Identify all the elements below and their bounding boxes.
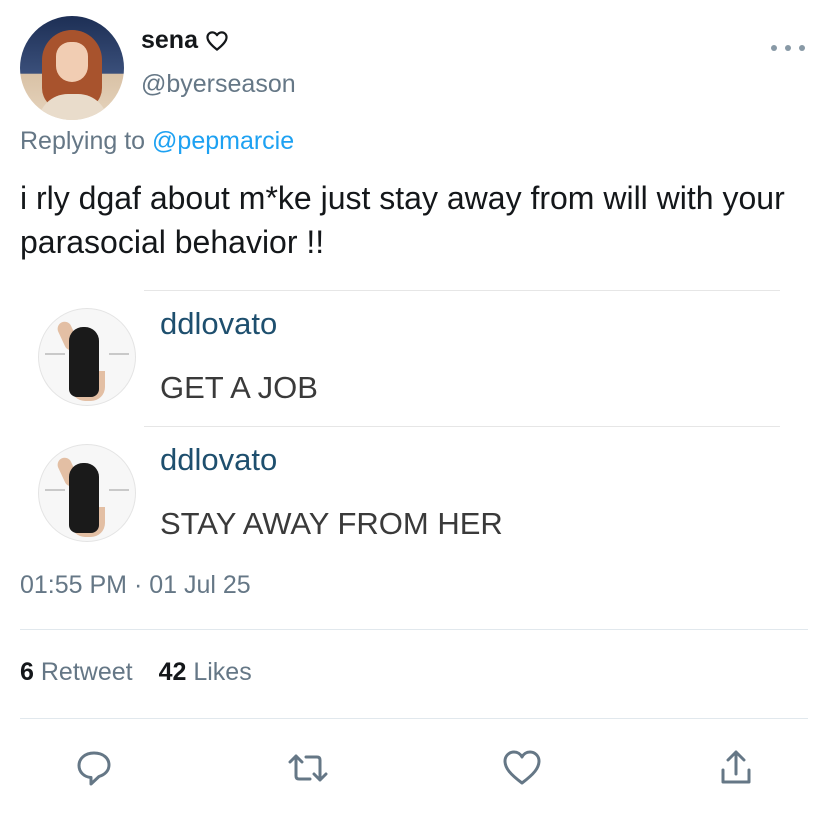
reply-icon bbox=[77, 751, 111, 786]
retweet-button[interactable] bbox=[284, 744, 332, 792]
reply-button[interactable] bbox=[70, 744, 118, 792]
embedded-comment: ddlovato STAY AWAY FROM HER bbox=[20, 418, 810, 548]
author-display-name[interactable]: sena bbox=[141, 26, 228, 55]
likes-label: Likes bbox=[193, 658, 252, 686]
action-bar bbox=[0, 744, 828, 794]
embedded-comment: ddlovato GET A JOB bbox=[20, 282, 810, 412]
embedded-image[interactable]: ddlovato GET A JOB ddlovato STAY AWAY FR… bbox=[20, 282, 810, 560]
more-icon[interactable] bbox=[771, 38, 805, 58]
more-dot bbox=[785, 45, 791, 51]
retweet-count: 6 bbox=[20, 658, 34, 686]
comment-divider bbox=[144, 290, 780, 291]
comment-divider bbox=[144, 426, 780, 427]
author-avatar[interactable] bbox=[20, 16, 124, 120]
comment-message: STAY AWAY FROM HER bbox=[160, 506, 503, 541]
avatar-caption-line bbox=[45, 353, 65, 355]
comment-username: ddlovato bbox=[160, 442, 278, 477]
replying-to: Replying to @pepmarcie bbox=[20, 127, 294, 156]
tweet-timestamp[interactable]: 01:55 PM · 01 Jul 25 bbox=[20, 571, 251, 600]
heart-outline-icon bbox=[206, 30, 228, 51]
divider bbox=[20, 718, 808, 719]
retweet-stat[interactable]: 6 Retweet bbox=[20, 658, 133, 687]
author-name-text[interactable]: sena bbox=[141, 26, 198, 55]
tweet-stats: 6 Retweet 42 Likes bbox=[20, 658, 252, 687]
replying-to-prefix: Replying to bbox=[20, 127, 153, 155]
more-dot bbox=[799, 45, 805, 51]
like-button[interactable] bbox=[498, 744, 546, 792]
tweet-card: sena @byerseason Replying to @pepmarcie … bbox=[0, 0, 828, 814]
tweet-text: i rly dgaf about m*ke just stay away fro… bbox=[20, 180, 785, 260]
avatar-figure bbox=[69, 463, 99, 533]
avatar-caption-line bbox=[109, 353, 129, 355]
retweet-icon bbox=[288, 754, 328, 782]
avatar-caption-line bbox=[109, 489, 129, 491]
author-handle[interactable]: @byerseason bbox=[141, 70, 296, 99]
more-dot bbox=[771, 45, 777, 51]
retweet-label: Retweet bbox=[40, 658, 133, 686]
like-count: 42 bbox=[158, 658, 187, 686]
share-button[interactable] bbox=[712, 744, 760, 792]
likes-stat[interactable]: 42 Likes bbox=[159, 658, 252, 687]
heart-icon bbox=[503, 750, 541, 785]
share-icon bbox=[721, 750, 751, 784]
avatar-caption-line bbox=[45, 489, 65, 491]
reply-mention-link[interactable]: @pepmarcie bbox=[152, 127, 294, 155]
comment-username: ddlovato bbox=[160, 306, 278, 341]
divider bbox=[20, 629, 808, 630]
avatar-face bbox=[56, 42, 88, 82]
avatar-figure bbox=[69, 327, 99, 397]
comment-avatar bbox=[38, 444, 136, 542]
comment-avatar bbox=[38, 308, 136, 406]
comment-message: GET A JOB bbox=[160, 370, 318, 405]
